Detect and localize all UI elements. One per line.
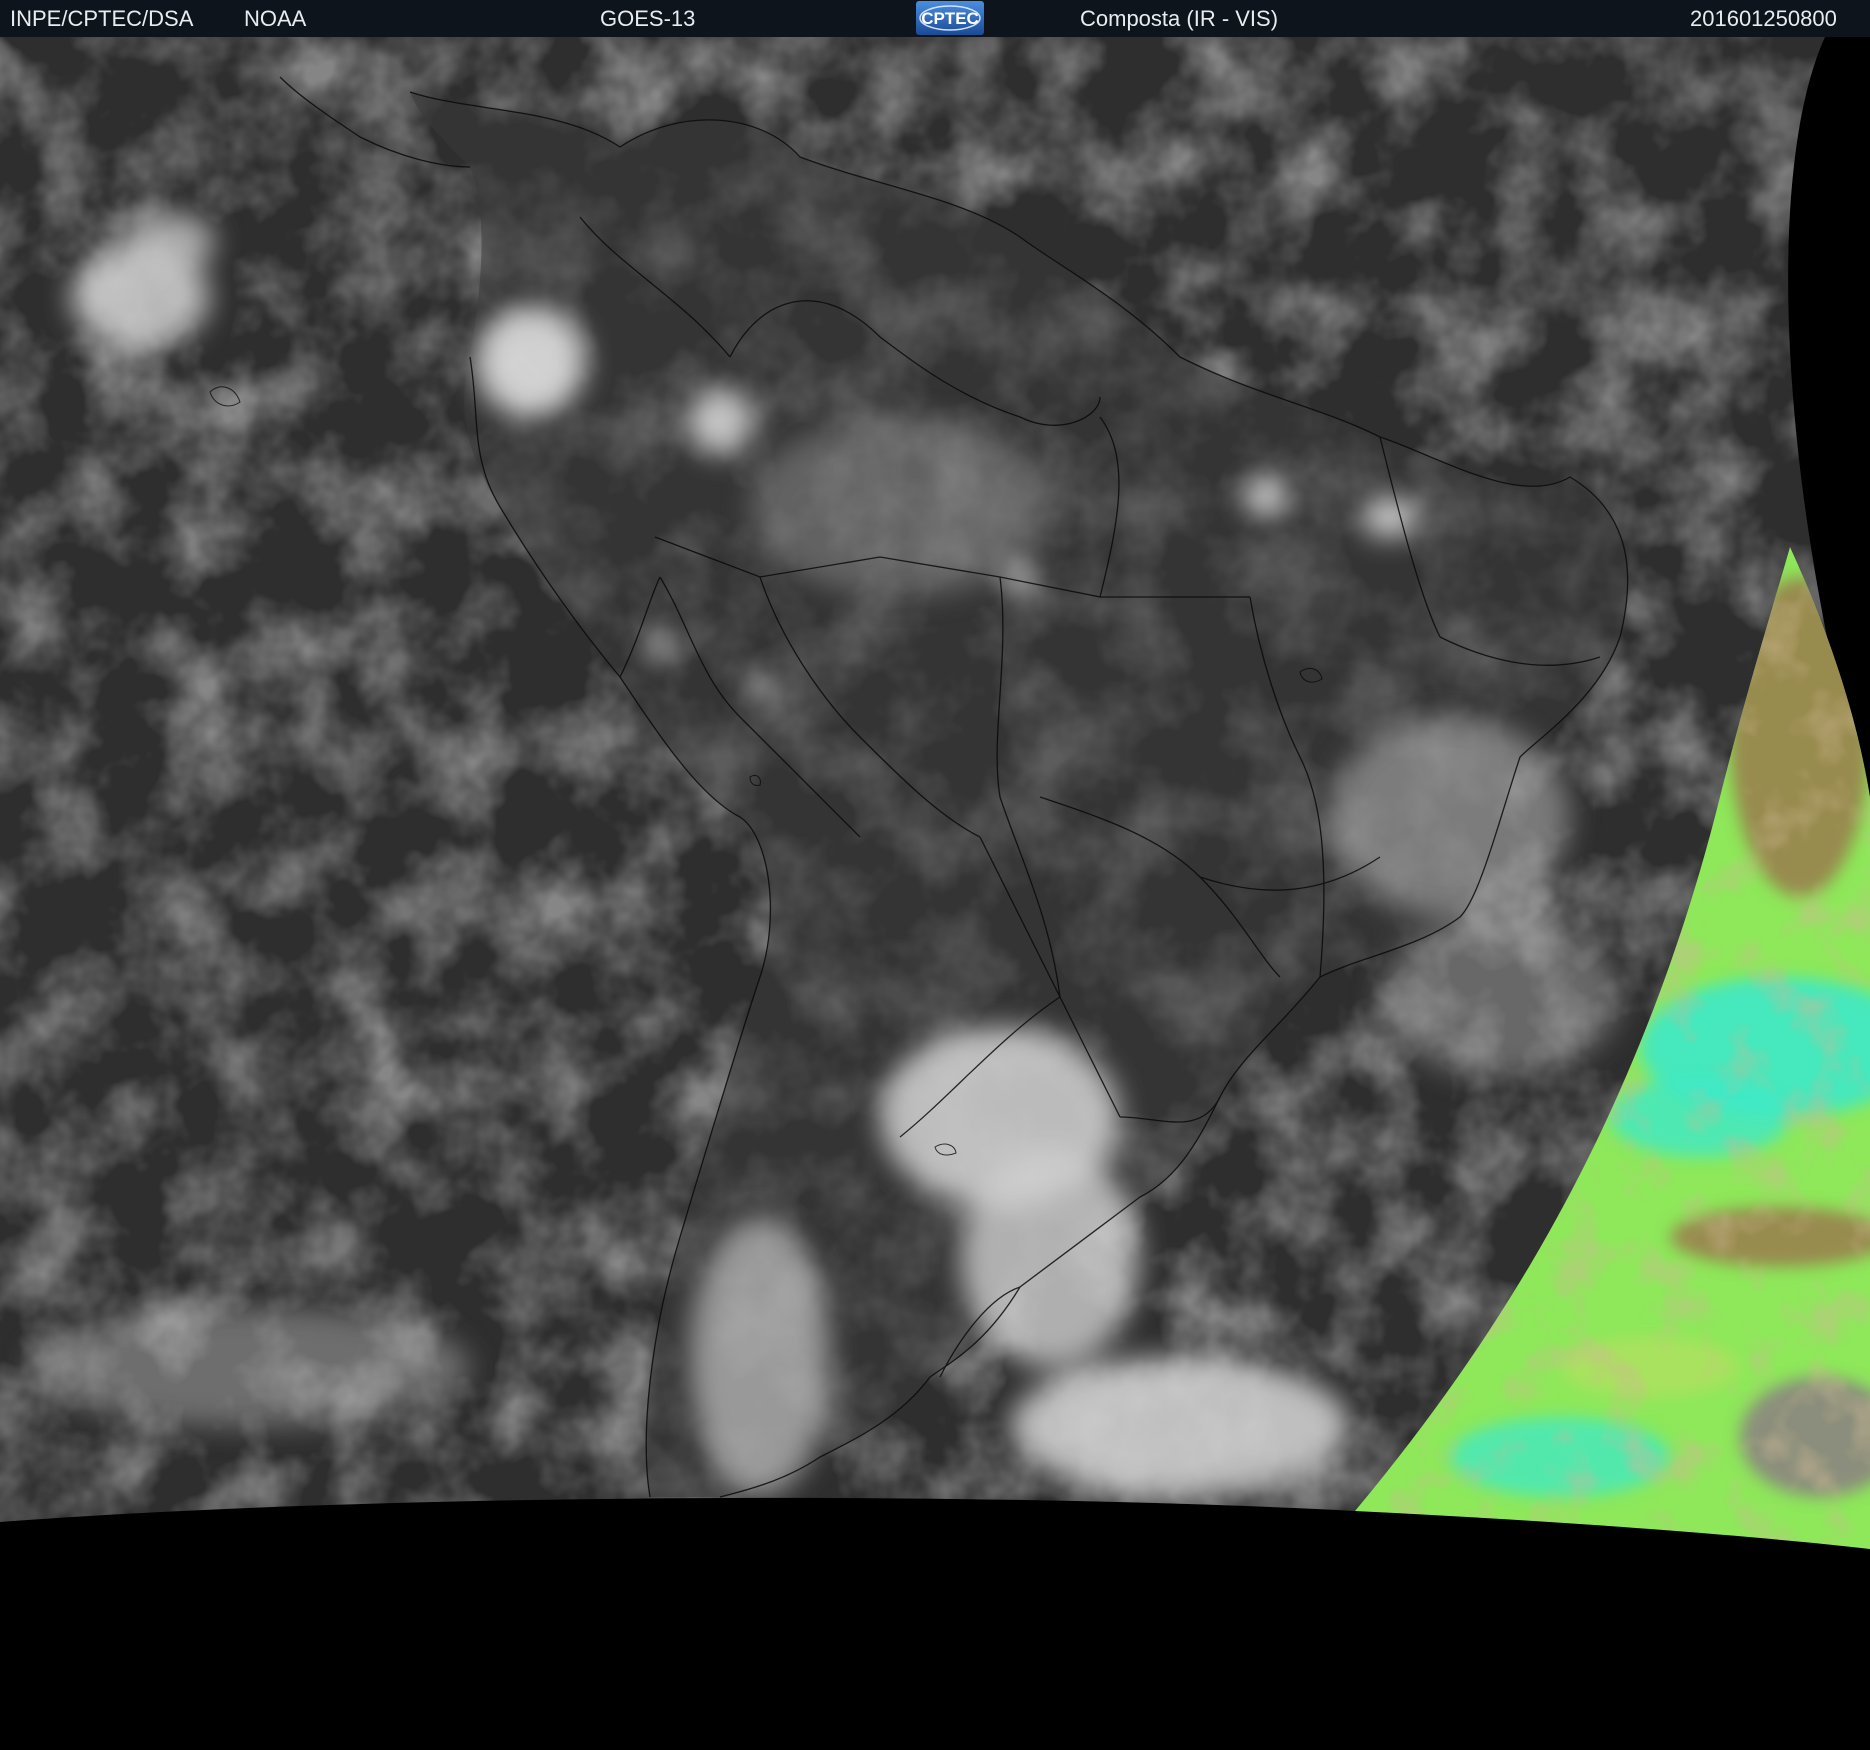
satellite-label: GOES-13 xyxy=(600,6,696,31)
satellite-image xyxy=(0,37,1870,1750)
product-label: Composta (IR - VIS) xyxy=(1080,6,1279,31)
image-header-bar: INPE/CPTEC/DSA NOAA GOES-13 CPTEC Compos… xyxy=(0,0,1870,37)
agency-label: INPE/CPTEC/DSA xyxy=(10,6,194,31)
cptec-logo: CPTEC xyxy=(916,1,984,35)
logo-text: CPTEC xyxy=(921,9,979,28)
provider-label: NOAA xyxy=(244,6,307,31)
timestamp-label: 201601250800 xyxy=(1690,6,1837,31)
